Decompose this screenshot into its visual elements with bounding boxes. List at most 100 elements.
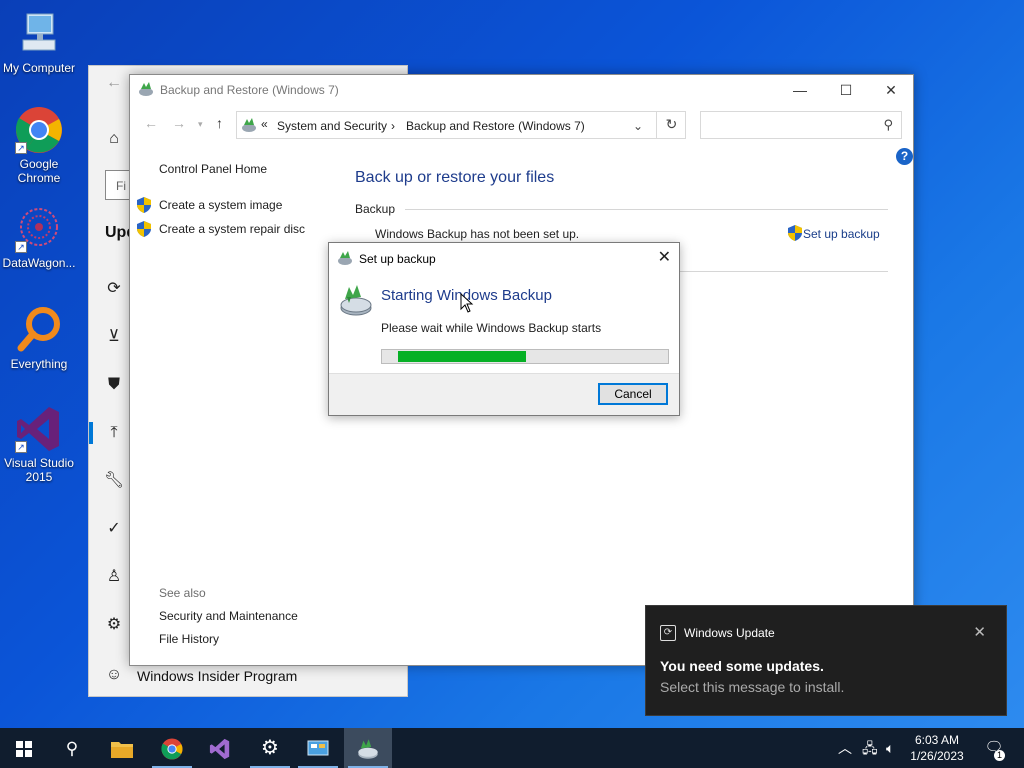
breadcrumb-backup-restore[interactable]: Backup and Restore (Windows 7) xyxy=(406,119,585,133)
search-icon: ⚲ xyxy=(65,739,79,758)
desktop-icon-label: My Computer xyxy=(2,61,76,75)
control-panel-icon xyxy=(307,740,329,756)
shortcut-arrow-icon: ↗ xyxy=(15,142,27,154)
desktop-icon-label: DataWagon... xyxy=(2,256,76,270)
mouse-cursor-icon xyxy=(460,292,474,316)
back-arrow-icon[interactable]: ← xyxy=(103,72,125,94)
backup-status-text: Windows Backup has not been set up. xyxy=(375,227,580,241)
insider-program-label[interactable]: Windows Insider Program xyxy=(137,668,297,684)
set-up-backup-dialog: Set up backup ✕ Starting Windows Backup … xyxy=(328,242,680,416)
create-repair-disc-link[interactable]: Create a system repair disc xyxy=(159,222,305,236)
toast-heading: You need some updates. xyxy=(660,658,824,674)
backup-restore-app-icon xyxy=(138,81,154,100)
security-maintenance-link[interactable]: Security and Maintenance xyxy=(159,609,298,623)
close-icon[interactable]: ✕ xyxy=(658,247,671,267)
breadcrumb-separator-icon: › xyxy=(391,119,395,133)
check-circle-icon[interactable]: ✓ xyxy=(103,518,125,540)
search-button[interactable]: ⚲ xyxy=(48,728,96,768)
visual-studio-icon xyxy=(209,739,230,760)
see-also-label: See also xyxy=(159,586,206,600)
address-dropdown-icon[interactable]: ⌄ xyxy=(633,119,643,133)
breadcrumb-system-and-security[interactable]: System and Security xyxy=(277,119,387,133)
backup-section-label: Backup xyxy=(355,202,396,216)
uac-shield-icon xyxy=(137,197,151,213)
home-icon[interactable]: ⌂ xyxy=(103,128,125,150)
forward-arrow-icon[interactable]: → xyxy=(172,115,186,131)
create-system-image-link[interactable]: Create a system image xyxy=(159,198,282,212)
refresh-button[interactable]: ↻ xyxy=(656,111,686,139)
shield-icon[interactable]: ⛊ xyxy=(103,374,125,396)
desktop-icon-visual-studio[interactable]: ↗ Visual Studio 2015 xyxy=(0,405,78,484)
windows-logo-icon xyxy=(16,741,32,758)
taskbar-visual-studio[interactable] xyxy=(196,728,244,768)
progress-fill xyxy=(398,351,526,362)
notification-count: 1 xyxy=(994,750,1005,761)
desktop-icon-label: Everything xyxy=(10,357,68,371)
desktop-icon-label: Visual Studio 2015 xyxy=(4,456,74,484)
show-hidden-icons-chevron-icon[interactable]: ︿ xyxy=(838,728,852,768)
title-bar[interactable]: Backup and Restore (Windows 7) — ☐ ✕ xyxy=(130,75,913,105)
wrench-icon[interactable]: 🔧︎ xyxy=(103,470,125,492)
uac-shield-icon xyxy=(137,221,151,237)
windows-update-toast[interactable]: ⟳ Windows Update ✕ You need some updates… xyxy=(645,605,1007,716)
backup-drive-icon xyxy=(339,283,373,320)
settings-search-placeholder: Fi xyxy=(116,179,126,193)
taskbar-chrome[interactable] xyxy=(148,728,196,768)
action-center-button[interactable]: 🗨︎ 1 xyxy=(980,728,1008,768)
breadcrumb-overflow[interactable]: « xyxy=(261,117,268,131)
sync-icon[interactable]: ⟳ xyxy=(103,278,125,300)
chrome-icon xyxy=(161,738,183,760)
taskbar-control-panel[interactable] xyxy=(294,728,342,768)
taskbar-backup-restore[interactable] xyxy=(344,728,392,768)
help-icon[interactable]: ? xyxy=(896,148,913,165)
start-button[interactable] xyxy=(0,728,48,768)
back-arrow-icon[interactable]: ← xyxy=(144,115,158,131)
close-icon[interactable]: ✕ xyxy=(973,623,986,641)
desktop-icon-google-chrome[interactable]: ↗ Google Chrome xyxy=(0,106,78,185)
desktop-icon-datawagon[interactable]: ↗ DataWagon... xyxy=(0,205,78,270)
taskbar-file-explorer[interactable] xyxy=(98,728,146,768)
desktop-icon-label: Google Chrome xyxy=(17,157,61,185)
visual-studio-icon: ↗ xyxy=(15,405,63,453)
desktop-icon-everything[interactable]: Everything xyxy=(0,306,78,371)
network-icon[interactable]: 🖧︎ xyxy=(862,728,878,768)
address-bar[interactable]: « System and Security › Backup and Resto… xyxy=(236,111,686,139)
minimize-button[interactable]: — xyxy=(777,75,823,105)
taskbar: ⚲ ⚙ ︿ 🖧︎ 🔈︎ 6:03 AM 1/26/2023 🗨︎ 1 xyxy=(0,728,1024,768)
address-location-icon xyxy=(241,117,257,136)
volume-icon[interactable]: 🔈︎ xyxy=(886,728,894,768)
folder-icon xyxy=(111,742,133,759)
recent-dropdown-icon[interactable]: ▾ xyxy=(198,119,203,130)
clock-date: 1/26/2023 xyxy=(910,749,964,763)
search-input[interactable]: ⚲ xyxy=(700,111,902,139)
taskbar-settings[interactable]: ⚙ xyxy=(246,728,294,768)
dialog-title: Set up backup xyxy=(359,252,436,266)
uac-shield-icon xyxy=(788,225,802,241)
file-history-link[interactable]: File History xyxy=(159,632,219,646)
set-up-backup-link[interactable]: Set up backup xyxy=(803,227,880,241)
backup-upload-icon[interactable]: ⤒ xyxy=(103,422,125,444)
system-clock[interactable]: 6:03 AM 1/26/2023 xyxy=(906,732,968,764)
window-title: Backup and Restore (Windows 7) xyxy=(160,83,339,97)
control-panel-home-link[interactable]: Control Panel Home xyxy=(159,162,267,176)
shortcut-arrow-icon: ↗ xyxy=(15,241,27,253)
datawagon-icon: ↗ xyxy=(15,205,63,253)
insider-icon[interactable]: ☺ xyxy=(103,664,125,686)
backup-dialog-icon xyxy=(337,250,353,269)
dialog-message: Please wait while Windows Backup starts xyxy=(381,321,602,335)
backup-progress-bar xyxy=(381,349,669,364)
navigation-bar: ← → ▾ ↑ « System and Security › Backup a… xyxy=(130,109,913,141)
desktop-icon-my-computer[interactable]: My Computer xyxy=(0,10,78,75)
maximize-button[interactable]: ☐ xyxy=(823,75,869,105)
up-arrow-icon[interactable]: ↑ xyxy=(216,115,223,131)
toast-app-name: Windows Update xyxy=(684,626,775,640)
person-icon[interactable]: ♙ xyxy=(103,566,125,588)
dialog-footer: Cancel xyxy=(329,373,679,415)
delivery-icon[interactable]: ⊻ xyxy=(103,326,125,348)
toast-body: Select this message to install. xyxy=(660,679,845,695)
cancel-button[interactable]: Cancel xyxy=(598,383,668,405)
gear-icon: ⚙ xyxy=(261,737,279,759)
clock-time: 6:03 AM xyxy=(914,733,960,747)
developer-icon[interactable]: ⚙ xyxy=(103,614,125,636)
close-button[interactable]: ✕ xyxy=(868,75,914,105)
